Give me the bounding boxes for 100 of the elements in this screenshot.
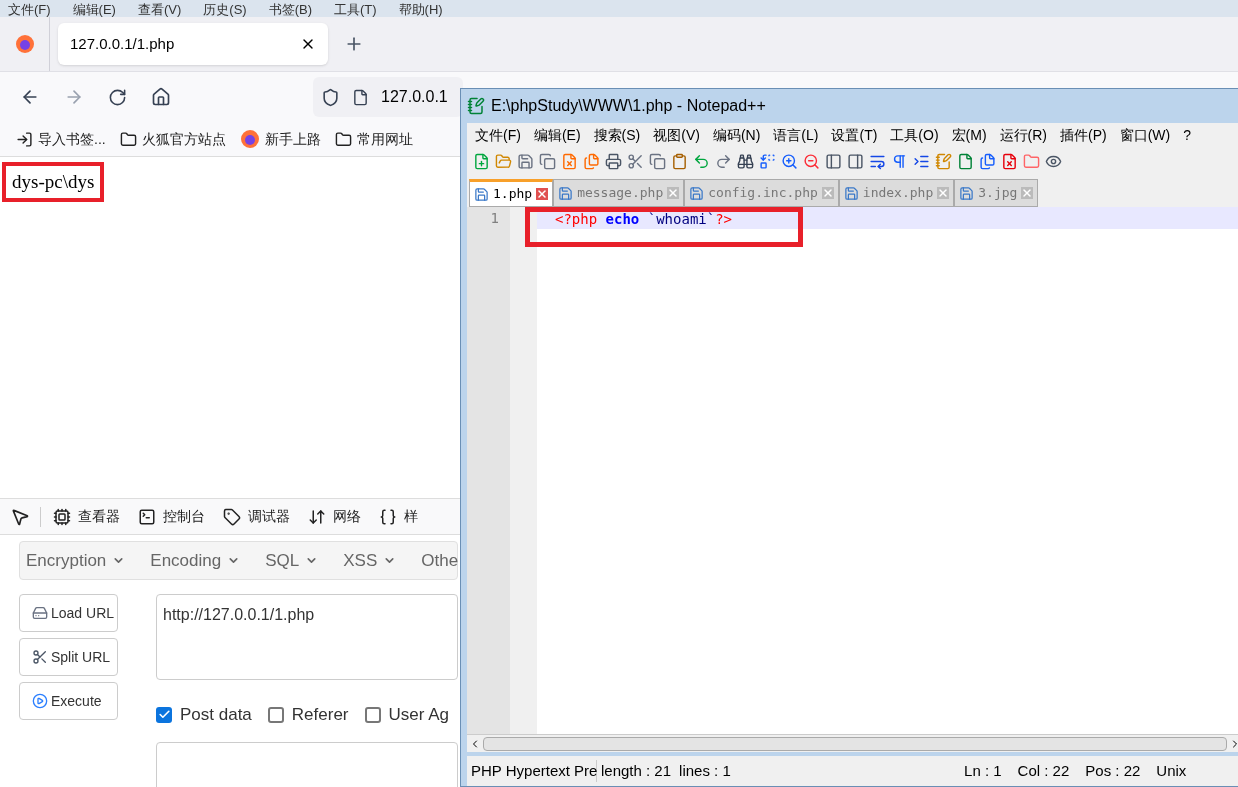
menu-item[interactable]: 查看(V) bbox=[137, 3, 182, 17]
checkbox[interactable] bbox=[156, 706, 172, 723]
open-folder-icon[interactable] bbox=[495, 152, 512, 170]
menu-item[interactable]: 视图(V) bbox=[653, 124, 700, 146]
status-field: Ln : 1 bbox=[960, 759, 1014, 783]
menu-item[interactable]: 语言(L) bbox=[773, 124, 819, 146]
menu-item[interactable]: 文件(F) bbox=[475, 124, 521, 146]
devtools-tab[interactable]: 样 bbox=[379, 506, 418, 527]
file-tab[interactable]: 1.php bbox=[469, 179, 554, 207]
paste-icon[interactable] bbox=[671, 152, 688, 170]
copy-icon[interactable] bbox=[649, 152, 666, 170]
menu-item[interactable]: 设置(T) bbox=[831, 124, 878, 146]
panel-icon[interactable] bbox=[825, 152, 842, 170]
checkbox[interactable] bbox=[364, 706, 381, 723]
note-icon[interactable] bbox=[935, 152, 952, 170]
zoom-in-icon[interactable] bbox=[781, 152, 798, 170]
save-icon[interactable] bbox=[517, 152, 534, 170]
zoom-out-icon[interactable] bbox=[803, 152, 820, 170]
file-icon[interactable] bbox=[957, 152, 974, 170]
home-icon[interactable] bbox=[151, 87, 171, 107]
inspector-icon bbox=[53, 507, 71, 526]
scissors-icon bbox=[32, 649, 48, 665]
post-data-field[interactable] bbox=[156, 741, 458, 787]
panel-icon[interactable] bbox=[847, 152, 864, 170]
option-label: User Ag bbox=[388, 704, 449, 726]
browser-tab[interactable]: 127.0.0.1/1.php bbox=[58, 23, 328, 65]
menu-item[interactable]: 历史(S) bbox=[203, 3, 247, 17]
console-icon bbox=[138, 507, 156, 526]
devtools-tab[interactable]: 调试器 bbox=[223, 506, 290, 527]
menu-item[interactable]: 宏(M) bbox=[951, 124, 987, 146]
bookmark-item[interactable]: 新手上路 bbox=[239, 128, 321, 150]
menu-item[interactable]: ? bbox=[1183, 124, 1192, 146]
save-icon bbox=[959, 185, 975, 201]
menu-item[interactable]: 插件(P) bbox=[1060, 124, 1107, 146]
option-label: Referer bbox=[291, 704, 349, 726]
status-field: length : 21 bbox=[597, 759, 676, 783]
menu-item[interactable]: 编辑(E) bbox=[533, 124, 581, 146]
checkbox[interactable] bbox=[267, 706, 284, 723]
menu-item[interactable]: 帮助(H) bbox=[398, 3, 443, 17]
close-file-icon[interactable] bbox=[561, 152, 578, 170]
folder-icon[interactable] bbox=[1023, 152, 1040, 170]
menu-item[interactable]: 工具(O) bbox=[890, 124, 939, 146]
reload-icon[interactable] bbox=[108, 87, 127, 107]
hackbar-menu[interactable]: XSS bbox=[343, 547, 397, 574]
status-field: Col : 22 bbox=[1013, 759, 1082, 783]
url-field[interactable]: http://127.0.0.1/1.php bbox=[156, 594, 458, 680]
hackbar-button[interactable]: Execute bbox=[19, 682, 118, 720]
file-icon[interactable] bbox=[1001, 152, 1018, 170]
hackbar-button[interactable]: Split URL bbox=[19, 638, 118, 676]
undo-icon[interactable] bbox=[693, 152, 710, 170]
save-icon bbox=[558, 185, 574, 201]
line-number: 1 bbox=[489, 209, 499, 228]
window-title: E:\phpStudy\WWW\1.php - Notepad++ bbox=[491, 96, 766, 116]
menu-item[interactable]: 运行(R) bbox=[999, 124, 1047, 146]
print-icon[interactable] bbox=[605, 152, 622, 170]
bookmark-item[interactable]: 火狐官方站点 bbox=[119, 128, 226, 150]
devtools-tab[interactable]: 查看器 bbox=[53, 506, 120, 527]
shield-icon bbox=[321, 87, 340, 107]
hackbar-menu[interactable]: SQL bbox=[265, 547, 319, 574]
hackbar-button[interactable]: Load URL bbox=[19, 594, 118, 632]
debugger-icon bbox=[223, 507, 241, 526]
menu-item[interactable]: 工具(T) bbox=[334, 3, 377, 17]
save-icon bbox=[474, 186, 489, 202]
menu-item[interactable]: 文件(F) bbox=[8, 3, 51, 17]
redo-icon[interactable] bbox=[715, 152, 732, 170]
hackbar-menu[interactable]: Othe bbox=[421, 547, 459, 574]
files-icon[interactable] bbox=[979, 152, 996, 170]
status-field: lines : 1 bbox=[675, 759, 961, 783]
new-file-icon[interactable] bbox=[473, 152, 490, 170]
menu-item[interactable]: 编码(N) bbox=[712, 124, 761, 146]
address-bar[interactable]: 127.0.0.1 bbox=[313, 77, 463, 117]
bookmark-item[interactable]: 常用网址 bbox=[334, 128, 413, 150]
page-icon bbox=[352, 88, 369, 106]
replace-icon[interactable] bbox=[759, 152, 776, 170]
save-icon bbox=[689, 185, 705, 201]
status-field: PHP Hypertext Pre bbox=[467, 759, 597, 783]
cut-icon[interactable] bbox=[627, 152, 644, 170]
hackbar-menu[interactable]: Encoding bbox=[150, 547, 241, 574]
menu-item[interactable]: 窗口(W) bbox=[1119, 124, 1171, 146]
hackbar-menu[interactable]: Encryption bbox=[26, 547, 126, 574]
browser-logo-icon bbox=[239, 129, 260, 149]
horizontal-scrollbar[interactable] bbox=[467, 734, 1238, 752]
devtools-tab[interactable]: 网络 bbox=[308, 506, 361, 527]
pilcrow-icon[interactable] bbox=[891, 152, 908, 170]
page-text: dys-pc\dys bbox=[2, 162, 105, 202]
menu-item[interactable]: 书签(B) bbox=[268, 3, 312, 17]
close-all-icon[interactable] bbox=[583, 152, 600, 170]
status-field: Pos : 22 bbox=[1081, 759, 1153, 783]
folder-icon bbox=[119, 130, 137, 148]
devtools-tab[interactable]: 控制台 bbox=[138, 506, 205, 527]
bookmark-item[interactable]: 导入书签... bbox=[16, 128, 106, 150]
menu-item[interactable]: 搜索(S) bbox=[593, 124, 641, 146]
braces-icon bbox=[379, 507, 397, 526]
scroll-thumb[interactable] bbox=[483, 736, 1227, 751]
menu-item[interactable]: 编辑(E) bbox=[72, 3, 116, 17]
drive-icon bbox=[32, 605, 48, 621]
network-icon bbox=[308, 507, 326, 526]
find-icon[interactable] bbox=[737, 152, 754, 170]
save-all-icon[interactable] bbox=[539, 152, 556, 170]
play-icon bbox=[32, 693, 48, 709]
